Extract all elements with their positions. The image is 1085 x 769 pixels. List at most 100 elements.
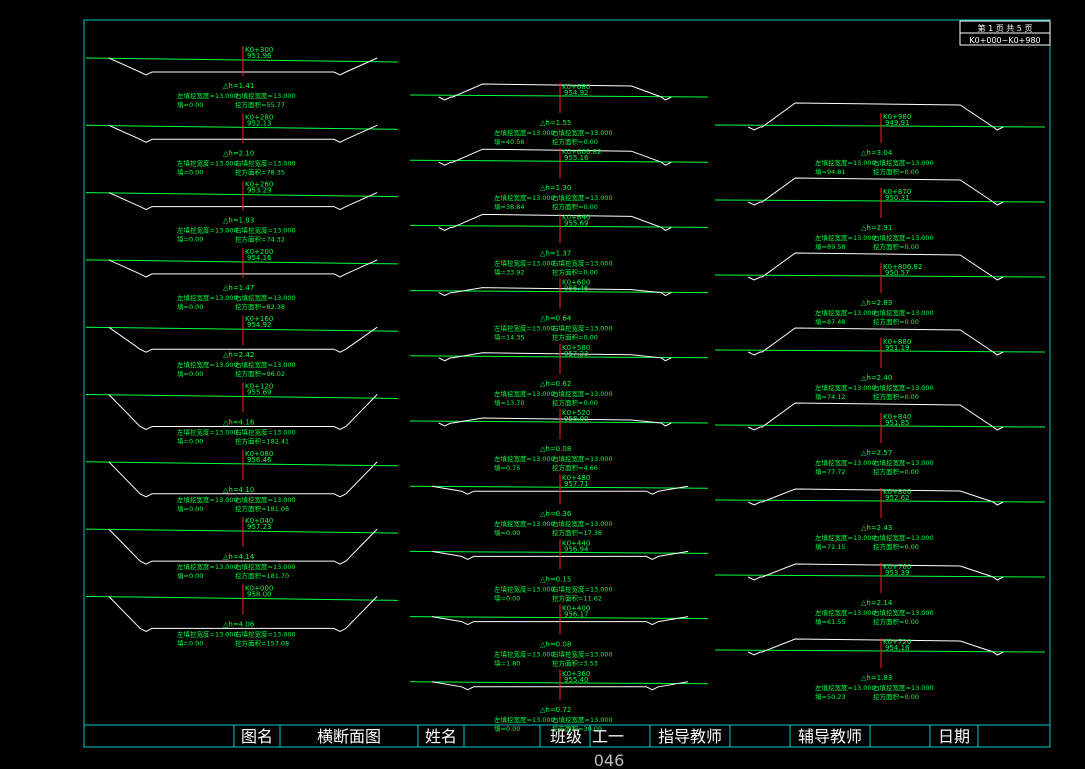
- cross-section: K0+260953.29△h=1.93左填挖宽度=13.000右填挖宽度=13.…: [85, 180, 399, 244]
- left-width-label: 左填挖宽度=13.000: [494, 389, 555, 398]
- cross-section: K0+870950.31△h=2.91左填挖宽度=13.000右填挖宽度=13.…: [714, 177, 1046, 251]
- right-width-label: 右填挖宽度=13.000: [235, 91, 296, 100]
- ground-line: [85, 461, 399, 467]
- left-width-label: 左填挖宽度=13.000: [177, 562, 238, 571]
- right-width-label: 右填挖宽度=13.000: [552, 519, 613, 528]
- cross-section: K0+806.82950.57△h=2.83左填挖宽度=13.000右填挖宽度=…: [714, 252, 1046, 326]
- cut-area-label: 挖方面积=0.00: [552, 398, 598, 407]
- elevation-label: 954.16: [247, 254, 272, 262]
- ground-line: [409, 550, 709, 554]
- ground-line: [85, 528, 399, 534]
- elevation-label: 956.17: [564, 611, 589, 619]
- ground-line: [85, 326, 399, 332]
- right-width-label: 右填挖宽度=13.000: [552, 584, 613, 593]
- height-diff-label: △h=0.15: [540, 575, 571, 583]
- cross-section: K0+600956.46△h=0.64左填挖宽度=13.000右填挖宽度=13.…: [409, 278, 709, 342]
- left-width-label: 左填挖宽度=13.000: [177, 360, 238, 369]
- cross-section: K0+480957.71△h=0.36左填挖宽度=13.000右填挖宽度=13.…: [409, 474, 709, 537]
- fill-area-label: 填=0.00: [177, 437, 203, 446]
- left-width-label: 左填挖宽度=13.000: [177, 629, 238, 638]
- left-width-label: 左填挖宽度=13.000: [815, 383, 876, 392]
- right-width-label: 右填挖宽度=13.000: [552, 193, 613, 202]
- elevation-label: 955.16: [564, 154, 589, 162]
- left-width-label: 左填挖宽度=13.000: [177, 158, 238, 167]
- cross-section: K0+080956.46△h=4.10左填挖宽度=13.000右填挖宽度=13.…: [85, 449, 399, 513]
- design-profile: [747, 488, 1004, 506]
- design-profile: [438, 148, 672, 166]
- cross-section: K0+440956.94△h=0.15左填挖宽度=13.000右填挖宽度=13.…: [409, 539, 709, 602]
- class-label: 班级: [550, 727, 582, 746]
- fill-area-label: 填=13.70: [494, 398, 525, 407]
- ground-line: [85, 57, 399, 63]
- advisor-label: 指导教师: [658, 727, 722, 746]
- right-width-label: 右填挖宽度=13.000: [552, 389, 613, 398]
- fill-area-label: 填=33.92: [494, 267, 525, 276]
- elevation-label: 951.85: [885, 419, 910, 427]
- cut-area-label: 挖方面积=181.06: [235, 504, 289, 513]
- right-width-label: 右填挖宽度=13.000: [235, 158, 296, 167]
- right-width-label: 右填挖宽度=13.000: [873, 458, 934, 467]
- right-width-label: 右填挖宽度=13.000: [235, 226, 296, 235]
- height-diff-label: △h=1.55: [540, 119, 571, 127]
- cross-section: K0+800952.62△h=2.43左填挖宽度=13.000右填挖宽度=13.…: [714, 488, 1046, 551]
- cut-area-label: 挖方面积=181.70: [235, 571, 289, 580]
- right-width-label: 右填挖宽度=13.000: [552, 715, 613, 724]
- left-width-label: 左填挖宽度=13.000: [494, 715, 555, 724]
- cross-section: K0+160954.92△h=2.42左填挖宽度=13.000右填挖宽度=13.…: [85, 315, 399, 378]
- height-diff-label: △h=2.91: [861, 224, 892, 232]
- left-width-label: 左填挖宽度=13.000: [494, 258, 555, 267]
- left-width-label: 左填挖宽度=13.000: [494, 324, 555, 333]
- fill-area-label: 填=14.35: [494, 333, 525, 342]
- elevation-label: 954.92: [564, 89, 589, 97]
- fill-area-label: 填=72.15: [815, 542, 846, 551]
- height-diff-label: △h=4.16: [223, 419, 255, 427]
- cross-section: K0+040957.23△h=4.14左填挖宽度=13.000右填挖宽度=13.…: [85, 517, 399, 580]
- fill-area-label: 填=0.00: [177, 571, 203, 580]
- cross-section: K0+640955.69△h=1.37左填挖宽度=13.000右填挖宽度=13.…: [409, 213, 709, 276]
- height-diff-label: △h=0.72: [540, 706, 571, 714]
- left-width-label: 左填挖宽度=13.000: [815, 533, 876, 542]
- elevation-label: 953.39: [885, 569, 910, 577]
- left-width-label: 左填挖宽度=13.000: [494, 454, 555, 463]
- cross-section: K0+280952.13△h=2.10左填挖宽度=13.000右填挖宽度=13.…: [85, 113, 399, 176]
- fill-area-label: 填=0.00: [177, 369, 203, 378]
- height-diff-label: △h=0.64: [540, 315, 572, 323]
- height-diff-label: △h=4.10: [223, 486, 254, 494]
- elevation-label: 955.40: [564, 676, 589, 684]
- sheet-label: 046: [594, 751, 625, 769]
- fill-area-label: 填=89.58: [815, 242, 846, 251]
- left-width-label: 左填挖宽度=13.000: [494, 193, 555, 202]
- elevation-label: 950.31: [885, 194, 910, 202]
- ground-line: [85, 192, 399, 198]
- elevation-label: 949.91: [885, 119, 910, 127]
- design-profile: [747, 563, 1004, 581]
- cut-area-label: 挖方面积=0.00: [552, 333, 598, 342]
- left-width-label: 左填挖宽度=13.000: [815, 158, 876, 167]
- fill-area-label: 填=0.00: [177, 235, 203, 244]
- tutor-label: 辅导教师: [798, 727, 862, 746]
- fill-area-label: 填=94.81: [815, 167, 846, 176]
- fill-area-label: 填=74.12: [815, 392, 846, 401]
- height-diff-label: △h=0.08: [540, 445, 571, 453]
- right-width-label: 右填挖宽度=13.000: [552, 258, 613, 267]
- cross-section: K0+000958.00△h=4.06左填挖宽度=13.000右填挖宽度=13.…: [85, 584, 399, 647]
- design-profile: [438, 213, 672, 231]
- elevation-label: 956.94: [564, 545, 589, 553]
- page-box: 第 1 页 共 5 页 K0+000~K0+980: [959, 20, 1051, 46]
- elevation-label: 952.62: [885, 494, 910, 502]
- left-width-label: 左填挖宽度=13.000: [177, 91, 238, 100]
- elevation-label: 954.16: [885, 644, 910, 652]
- right-width-label: 右填挖宽度=13.000: [235, 293, 296, 302]
- drawing-name-label: 图名: [241, 727, 273, 746]
- cross-section: K0+980949.91△h=3.04左填挖宽度=13.000右填挖宽度=13.…: [714, 102, 1046, 176]
- elevation-label: 952.13: [247, 119, 272, 127]
- cross-section: K0+760953.39△h=2.14左填挖宽度=13.000右填挖宽度=13.…: [714, 563, 1046, 626]
- cross-section: K0+120955.69△h=4.16左填挖宽度=13.000右填挖宽度=13.…: [85, 382, 399, 446]
- cross-section: K0+520958.00△h=0.08左填挖宽度=13.000右填挖宽度=13.…: [409, 409, 709, 472]
- fill-area-label: 填=77.72: [815, 467, 846, 476]
- elevation-label: 957.71: [564, 480, 589, 488]
- date-label: 日期: [938, 727, 970, 746]
- right-width-label: 右填挖宽度=13.000: [235, 495, 296, 504]
- right-width-label: 右填挖宽度=13.000: [552, 650, 613, 659]
- ground-line: [85, 259, 399, 265]
